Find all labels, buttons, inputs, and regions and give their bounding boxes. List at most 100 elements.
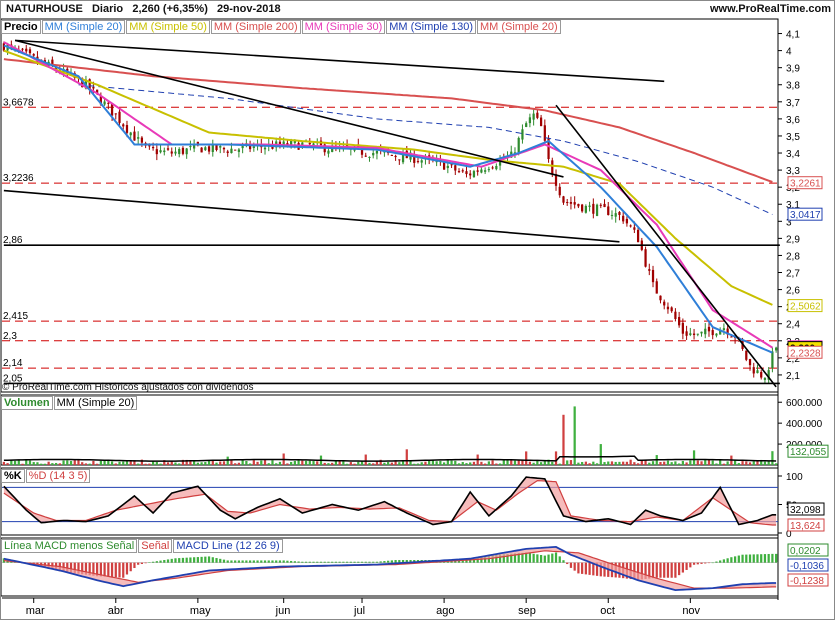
candle-body bbox=[648, 269, 651, 271]
legend-k[interactable]: %K bbox=[1, 469, 25, 483]
macd-hist-bar bbox=[711, 562, 714, 564]
candle-body bbox=[290, 140, 293, 145]
candle-body bbox=[122, 124, 125, 127]
candle-body bbox=[174, 151, 177, 154]
volume-bar bbox=[666, 460, 670, 465]
volume-bar bbox=[651, 461, 655, 465]
x-tick-label: ago bbox=[436, 605, 454, 617]
volume-bar bbox=[226, 456, 229, 465]
volume-bar bbox=[435, 461, 438, 465]
volume-bar bbox=[577, 462, 580, 465]
stoch-badge: 13,624 bbox=[790, 521, 821, 532]
chart-header: NATURHOUSE Diario 2,260 (+6,35%) 29-nov-… bbox=[6, 3, 281, 15]
volume-bar bbox=[539, 462, 543, 465]
price-y-tick-label: 2,7 bbox=[786, 269, 800, 280]
volume-bar bbox=[6, 463, 9, 465]
candle-body bbox=[775, 347, 778, 351]
candle-body bbox=[2, 43, 5, 51]
macd-hist-bar bbox=[659, 562, 662, 578]
volume-bar bbox=[461, 462, 464, 465]
sma20-line bbox=[3, 44, 773, 354]
volume-bar bbox=[368, 462, 371, 465]
volume-bar bbox=[62, 460, 65, 465]
stoch-badge: 32,098 bbox=[790, 505, 821, 516]
volume-bar bbox=[312, 461, 315, 465]
volume-bar bbox=[398, 462, 401, 465]
macd-hist-bar bbox=[193, 557, 196, 563]
macd-hist-bar bbox=[256, 560, 259, 563]
outer-border bbox=[0, 0, 835, 620]
legend-macd-hist[interactable]: Línea MACD menos Señal bbox=[1, 539, 138, 553]
stoch-panel-frame bbox=[0, 467, 779, 536]
volume-bar bbox=[260, 460, 263, 465]
macd-hist-bar bbox=[678, 562, 681, 576]
macd-hist-bar bbox=[715, 561, 718, 563]
candle-body bbox=[539, 117, 543, 127]
macd-hist-bar bbox=[383, 561, 386, 563]
level-label: 2,14 bbox=[3, 358, 23, 369]
volume-bar bbox=[267, 463, 270, 465]
macd-hist-bar bbox=[118, 562, 121, 578]
candle-body bbox=[551, 160, 554, 175]
site-url[interactable]: www.ProRealTime.com bbox=[710, 3, 831, 15]
price-y-tick-label: 2,9 bbox=[786, 234, 800, 245]
candle-body bbox=[148, 145, 151, 147]
candle-body bbox=[577, 203, 580, 207]
price-badge: 2,5062 bbox=[790, 302, 821, 313]
volume-bar bbox=[771, 451, 774, 465]
volume-bar bbox=[178, 463, 181, 465]
volume-bar bbox=[506, 459, 509, 465]
macd-hist-bar bbox=[655, 562, 658, 578]
macd-hist-bar bbox=[692, 562, 696, 565]
macd-hist-bar bbox=[178, 558, 181, 563]
legend-volume[interactable]: Volumen bbox=[1, 396, 53, 410]
volume-bar bbox=[47, 461, 50, 465]
legend-d[interactable]: %D (14 3 5) bbox=[25, 469, 91, 483]
volume-bar bbox=[487, 461, 490, 465]
volume-bar bbox=[263, 459, 267, 465]
macd-hist-bar bbox=[271, 560, 274, 563]
candle-body bbox=[536, 112, 539, 118]
volume-bar bbox=[390, 462, 393, 465]
candle-body bbox=[107, 102, 110, 104]
candle-body bbox=[666, 306, 670, 310]
legend-sma30[interactable]: MM (Simple 30) bbox=[301, 20, 386, 34]
volume-bar bbox=[700, 461, 703, 465]
legend-sma200[interactable]: MM (Simple 200) bbox=[210, 20, 301, 34]
macd-hist-bar bbox=[316, 561, 319, 563]
volume-bar bbox=[32, 462, 35, 465]
legend-sma50[interactable]: MM (Simple 50) bbox=[126, 20, 210, 34]
candle-body bbox=[607, 206, 610, 216]
date: 29-nov-2018 bbox=[217, 3, 281, 15]
volume-bar bbox=[439, 460, 442, 465]
x-tick-label: mar bbox=[26, 605, 45, 617]
trendline bbox=[555, 104, 777, 388]
volume-bar bbox=[745, 461, 748, 465]
macd-hist-bar bbox=[748, 554, 752, 563]
chart-svg: 4,143,93,83,73,63,53,43,33,23,132,92,82,… bbox=[0, 0, 835, 620]
legend-sma20[interactable]: MM (Simple 20) bbox=[41, 20, 126, 34]
candle-body bbox=[566, 201, 569, 203]
macd-hist-bar bbox=[536, 554, 539, 563]
volume-bar bbox=[54, 462, 58, 465]
candle-body bbox=[528, 117, 532, 124]
macd-hist-bar bbox=[312, 561, 315, 563]
volume-bar bbox=[88, 463, 91, 465]
trendline bbox=[14, 39, 564, 178]
volume-bar bbox=[719, 460, 722, 465]
candle-body bbox=[166, 148, 170, 150]
candle-body bbox=[125, 125, 129, 133]
legend-macd-line[interactable]: MACD Line (12 26 9) bbox=[173, 539, 283, 553]
candle-body bbox=[629, 225, 632, 227]
legend-sma130[interactable]: MM (Simple 130) bbox=[386, 20, 477, 34]
volume-bar bbox=[513, 460, 517, 465]
volume-bar bbox=[304, 460, 308, 465]
price-y-tick-label: 3,7 bbox=[786, 98, 800, 109]
candle-body bbox=[644, 249, 647, 267]
legend-volume-sma[interactable]: MM (Simple 20) bbox=[53, 396, 138, 410]
volume-bar bbox=[43, 463, 47, 465]
legend-sma20b[interactable]: MM (Simple 20) bbox=[477, 20, 561, 34]
volume-bar bbox=[327, 463, 330, 465]
macd-hist-bar bbox=[170, 558, 173, 563]
legend-signal[interactable]: Señal bbox=[138, 539, 173, 553]
